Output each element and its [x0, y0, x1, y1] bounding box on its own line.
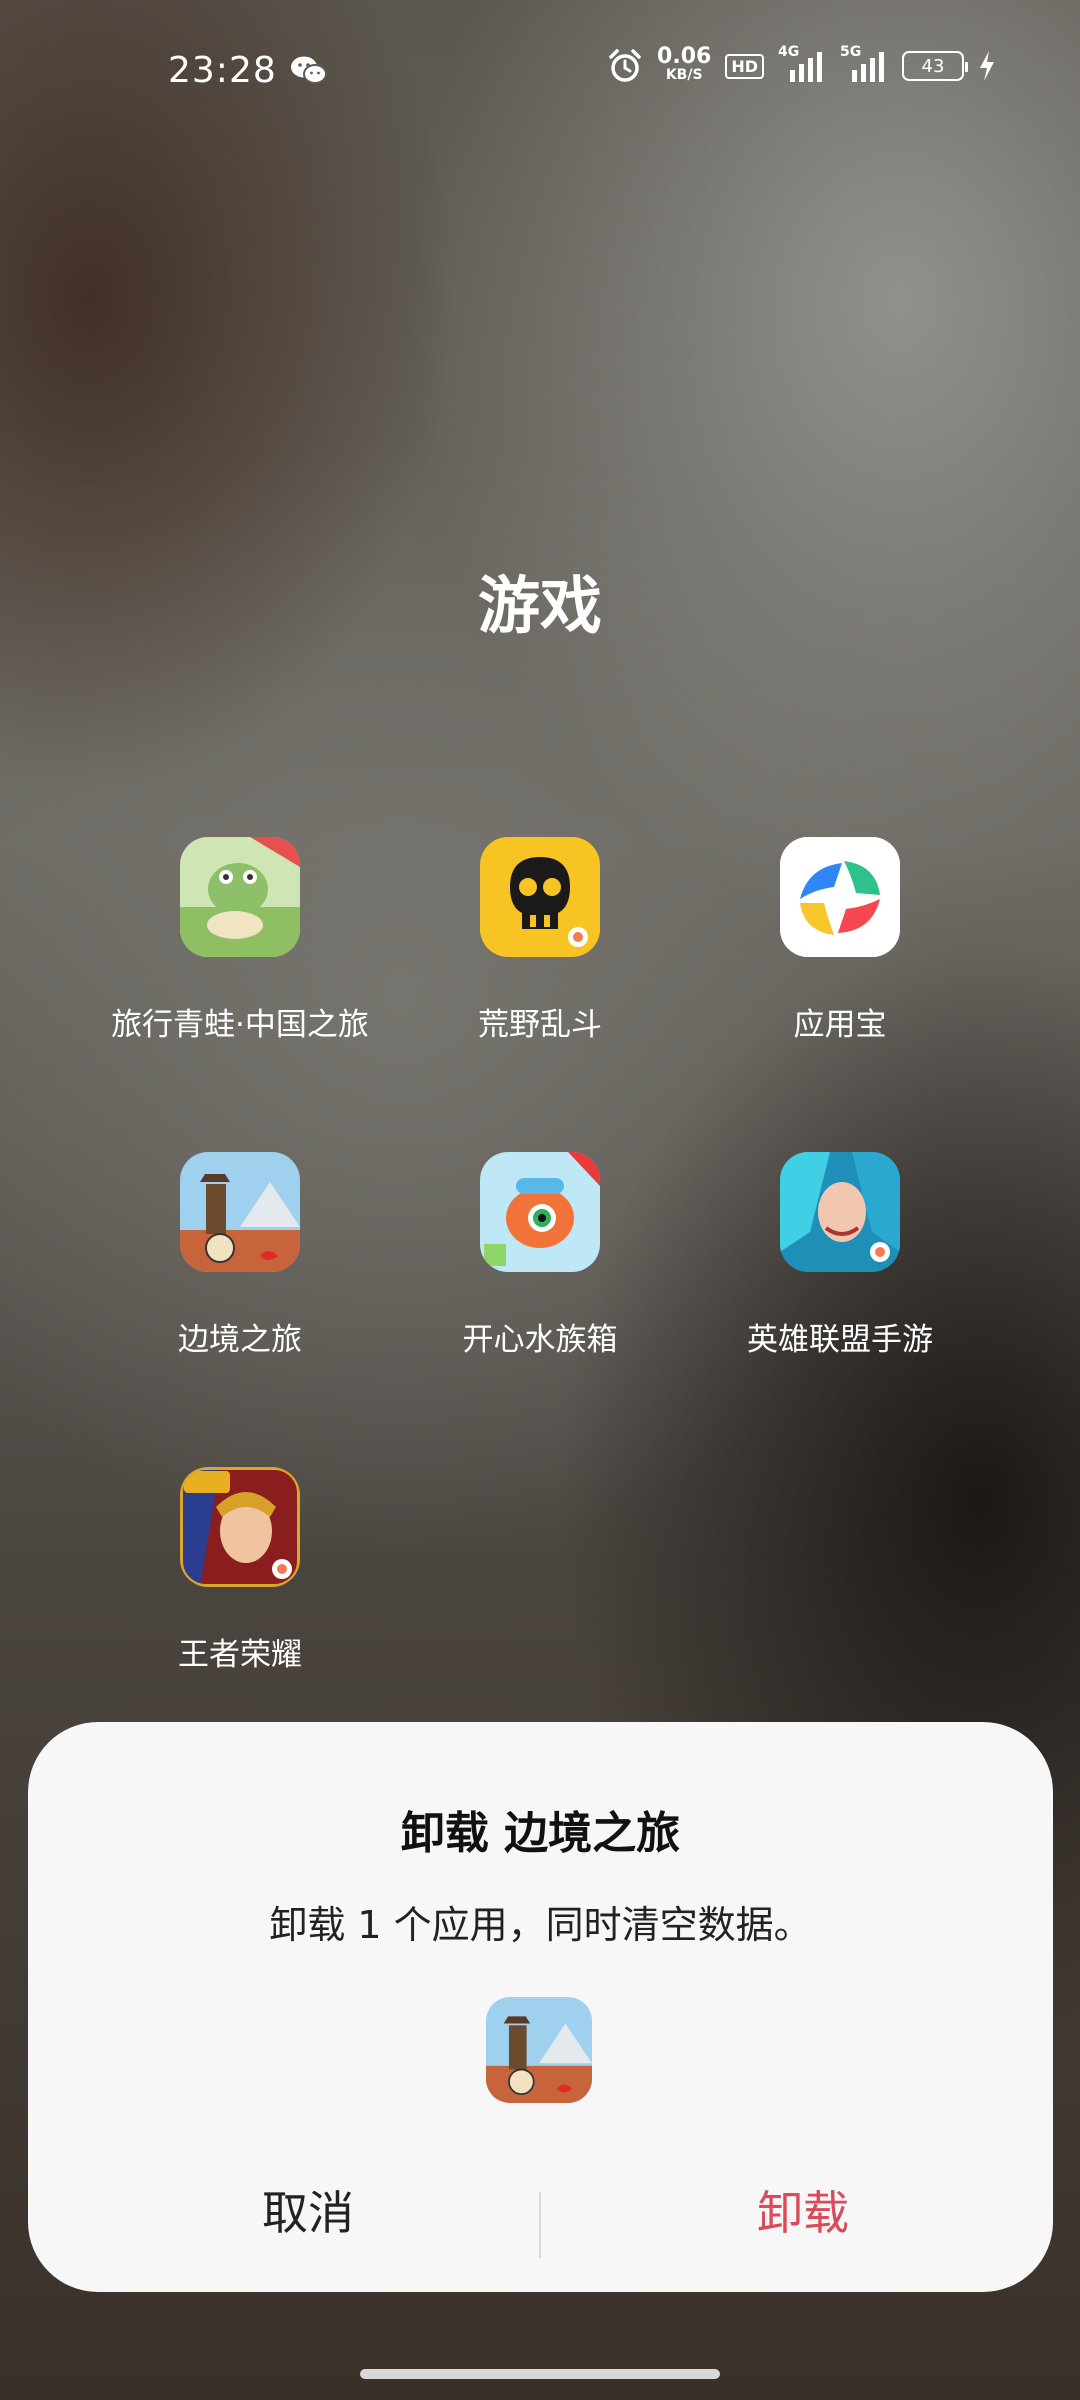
cancel-button[interactable]: 取消: [108, 2177, 508, 2243]
app-frontier-journey[interactable]: 边境之旅: [90, 1152, 390, 1359]
app-label: 王者荣耀: [178, 1637, 302, 1673]
signal-5g-icon: 5G: [840, 44, 888, 84]
app-label: 英雄联盟手游: [747, 1322, 933, 1358]
dialog-message: 卸载 1 个应用，同时清空数据。: [269, 1903, 812, 1947]
alarm-icon: [609, 49, 641, 82]
wechat-icon: [291, 56, 327, 84]
dialog-title: 卸载 边境之旅: [400, 1808, 681, 1859]
app-label: 边境之旅: [178, 1322, 302, 1358]
app-honor-of-kings[interactable]: 王者荣耀: [90, 1467, 390, 1674]
hd-badge: HD: [725, 53, 764, 79]
happy-aquarium-app-icon: [480, 1152, 600, 1272]
app-yingyongbao[interactable]: 应用宝: [690, 837, 990, 1044]
status-time: 23:28: [168, 50, 277, 91]
lol-mobile-app-icon: [780, 1152, 900, 1272]
frontier-journey-app-icon: [180, 1152, 300, 1272]
app-happy-aquarium[interactable]: 开心水族箱: [390, 1152, 690, 1359]
status-bar: 23:28 0.06 KB/S HD 4G 5G 43: [0, 0, 1080, 140]
yingyongbao-app-icon: [780, 837, 900, 957]
app-brawl-stars[interactable]: 荒野乱斗: [390, 837, 690, 1044]
battery-icon: 43: [902, 51, 968, 81]
app-label: 应用宝: [793, 1007, 887, 1043]
frontier-journey-app-icon: [486, 1997, 592, 2103]
network-speed-value: 0.06: [657, 44, 712, 69]
home-indicator[interactable]: [360, 2369, 720, 2379]
bolt-icon: [980, 51, 994, 81]
app-label: 开心水族箱: [462, 1322, 618, 1358]
app-label: 荒野乱斗: [478, 1007, 602, 1043]
folder-title: 游戏: [477, 569, 602, 642]
honor-of-kings-app-icon: [180, 1467, 300, 1587]
app-label: 旅行青蛙·中国之旅: [111, 1007, 369, 1043]
status-icons: 0.06 KB/S HD 4G 5G 43: [607, 44, 996, 84]
app-travel-frog[interactable]: 旅行青蛙·中国之旅: [90, 837, 390, 1044]
uninstall-button[interactable]: 卸载: [603, 2177, 1003, 2243]
app-lol-mobile[interactable]: 英雄联盟手游: [690, 1152, 990, 1359]
brawl-stars-app-icon: [480, 837, 600, 957]
battery-level: 43: [921, 55, 945, 77]
uninstall-dialog: 卸载 边境之旅 卸载 1 个应用，同时清空数据。 取消 卸载: [28, 1722, 1053, 2292]
travel-frog-app-icon: [180, 837, 300, 957]
network-speed-unit: KB/S: [665, 67, 703, 83]
network-speed: 0.06 KB/S: [657, 44, 712, 84]
signal-4g-icon: 4G: [778, 44, 826, 84]
button-divider: [539, 2192, 541, 2258]
